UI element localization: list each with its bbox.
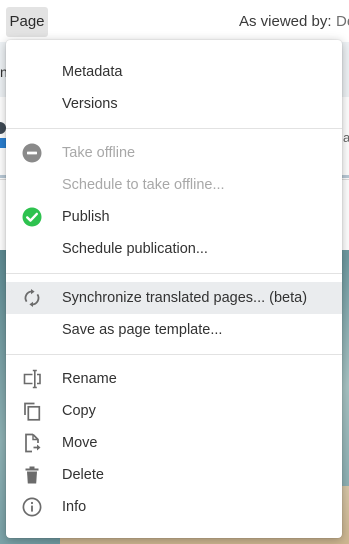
menu-item-label: Take offline (62, 145, 136, 161)
menu-item-label: Versions (62, 96, 118, 112)
menu-item-move[interactable]: Move (6, 427, 342, 459)
menu-item-label: Delete (62, 467, 104, 483)
menu-item-synchronize-translated[interactable]: Synchronize translated pages... (beta) (6, 282, 342, 314)
trash-icon (22, 465, 42, 485)
page-dropdown-menu: Metadata Versions Take offline Schedule … (6, 40, 342, 538)
menu-item-publish[interactable]: Publish (6, 201, 342, 233)
menu-item-label: Metadata (62, 64, 123, 80)
menu-item-rename[interactable]: Rename (6, 363, 342, 395)
menu-item-info[interactable]: Info (6, 491, 342, 523)
viewed-as-label: As viewed by: (239, 13, 332, 30)
background-edge-text: at (343, 130, 349, 144)
rename-icon (22, 369, 42, 389)
menu-item-label: Move (62, 435, 98, 451)
copy-icon (22, 401, 42, 421)
sync-icon (22, 288, 42, 308)
viewed-as-select[interactable]: De (336, 13, 349, 30)
menu-item-label: Publish (62, 209, 110, 225)
menu-item-delete[interactable]: Delete (6, 459, 342, 491)
menu-divider (6, 128, 342, 129)
info-icon (22, 497, 42, 517)
menu-item-schedule-publication[interactable]: Schedule publication... (6, 233, 342, 265)
menu-item-take-offline: Take offline (6, 137, 342, 169)
minus-circle-icon (22, 143, 42, 163)
menu-item-schedule-offline: Schedule to take offline... (6, 169, 342, 201)
menu-item-label: Copy (62, 403, 96, 419)
menu-item-versions[interactable]: Versions (6, 88, 342, 120)
menu-item-label: Synchronize translated pages... (beta) (62, 290, 308, 306)
menu-item-label: Save as page template... (62, 322, 223, 338)
check-circle-icon (22, 207, 42, 227)
page-menu-button[interactable]: Page (6, 7, 48, 37)
menu-item-save-as-template[interactable]: Save as page template... (6, 314, 342, 346)
menu-divider (6, 273, 342, 274)
menu-divider (6, 354, 342, 355)
menu-item-label: Info (62, 499, 87, 515)
menu-item-label: Schedule publication... (62, 241, 208, 257)
menu-item-label: Schedule to take offline... (62, 177, 225, 193)
menu-item-label: Rename (62, 371, 117, 387)
top-toolbar: Page As viewed by: De (0, 0, 349, 43)
move-icon (22, 433, 42, 453)
menu-item-copy[interactable]: Copy (6, 395, 342, 427)
menu-item-metadata[interactable]: Metadata (6, 56, 342, 88)
